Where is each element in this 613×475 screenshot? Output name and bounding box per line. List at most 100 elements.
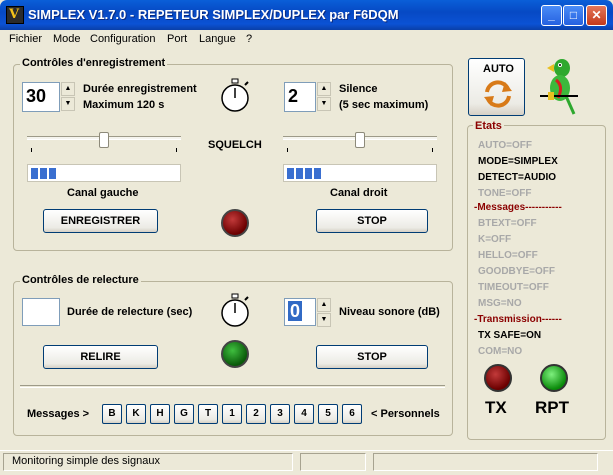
left-squelch-thumb[interactable]: [99, 132, 109, 148]
close-button[interactable]: ✕: [586, 5, 607, 26]
state-k: K=OFF: [478, 234, 512, 245]
state-goodbye: GOODBYE=OFF: [478, 266, 555, 277]
tx-label: TX: [485, 398, 507, 417]
volume-input[interactable]: 0: [284, 298, 316, 326]
divider: [20, 385, 445, 388]
playback-duration-input[interactable]: [22, 298, 60, 326]
right-channel-label: Canal droit: [330, 187, 388, 199]
state-btext: BTEXT=OFF: [478, 218, 537, 229]
left-squelch-ticks: [31, 148, 177, 152]
silence-down-button[interactable]: ▼: [317, 97, 331, 111]
meter-block: [40, 168, 47, 179]
meter-block: [305, 168, 312, 179]
message-button-b[interactable]: B: [102, 404, 122, 424]
playback-stop-button[interactable]: STOP: [316, 345, 428, 369]
status-panel-2: [300, 453, 366, 471]
right-squelch-ticks: [287, 148, 433, 152]
playback-duration-label: Durée de relecture (sec): [67, 306, 193, 318]
parrot-logo: [540, 59, 578, 115]
minimize-button[interactable]: _: [541, 5, 562, 26]
window-title: SIMPLEX V1.7.0 - REPETEUR SIMPLEX/DUPLEX…: [28, 7, 399, 22]
silence-label: Silence: [339, 83, 378, 95]
state-com: COM=NO: [478, 346, 523, 357]
left-channel-label: Canal gauche: [67, 187, 139, 199]
state-tone: TONE=OFF: [478, 188, 532, 199]
state-hello: HELLO=OFF: [478, 250, 538, 261]
state-tx-safe: TX SAFE=ON: [478, 330, 542, 341]
meter-block: [49, 168, 56, 179]
rpt-led-icon: [540, 364, 568, 392]
message-button-h[interactable]: H: [150, 404, 170, 424]
message-button-1[interactable]: 1: [222, 404, 242, 424]
status-bar: Monitoring simple des signaux: [0, 450, 613, 475]
left-squelch-slider[interactable]: [27, 132, 181, 152]
menu-configuration[interactable]: Configuration: [90, 33, 155, 45]
message-button-k[interactable]: K: [126, 404, 146, 424]
playback-led-icon: [221, 340, 249, 368]
menu-bar: Fichier Mode Configuration Port Langue ?: [0, 30, 613, 50]
record-button[interactable]: ENREGISTRER: [43, 209, 158, 233]
silence-input[interactable]: 2: [284, 82, 316, 112]
personal-messages-label: < Personnels: [371, 408, 440, 420]
state-timeout: TIMEOUT=OFF: [478, 282, 549, 293]
record-led-icon: [221, 209, 249, 237]
volume-down-button[interactable]: ▼: [317, 313, 331, 327]
left-level-meter: [27, 164, 181, 182]
menu-langue[interactable]: Langue: [199, 33, 236, 45]
auto-button-label: AUTO: [483, 63, 514, 75]
record-stop-button[interactable]: STOP: [316, 209, 428, 233]
playback-group-title: Contrôles de relecture: [20, 274, 141, 286]
volume-value: 0: [288, 301, 303, 321]
record-duration-input[interactable]: 30: [22, 82, 60, 112]
message-button-g[interactable]: G: [174, 404, 194, 424]
record-duration-label: Durée enregistrement: [83, 83, 197, 95]
record-duration-down-button[interactable]: ▼: [61, 97, 75, 111]
state-auto: AUTO=OFF: [478, 140, 532, 151]
messages-label: Messages >: [27, 408, 90, 420]
state-detect: DETECT=AUDIO: [478, 172, 557, 183]
squelch-label: SQUELCH: [208, 139, 262, 151]
message-button-4[interactable]: 4: [294, 404, 314, 424]
state-mode: MODE=SIMPLEX: [478, 156, 558, 167]
tx-led-icon: [484, 364, 512, 392]
menu-mode[interactable]: Mode: [53, 33, 81, 45]
meter-block: [31, 168, 38, 179]
state-msg: MSG=NO: [478, 298, 522, 309]
volume-label: Niveau sonore (dB): [339, 306, 440, 318]
menu-fichier[interactable]: Fichier: [9, 33, 42, 45]
volume-up-button[interactable]: ▲: [317, 298, 331, 312]
message-button-6[interactable]: 6: [342, 404, 362, 424]
silence-max-label: (5 sec maximum): [339, 99, 429, 111]
app-icon-glyph: V: [9, 7, 20, 22]
message-button-2[interactable]: 2: [246, 404, 266, 424]
message-button-3[interactable]: 3: [270, 404, 290, 424]
status-panel-3: [373, 453, 598, 471]
title-bar: V SIMPLEX V1.7.0 - REPETEUR SIMPLEX/DUPL…: [0, 0, 613, 30]
rpt-label: RPT: [535, 398, 569, 417]
menu-help[interactable]: ?: [246, 33, 252, 45]
message-button-t[interactable]: T: [198, 404, 218, 424]
maximize-button[interactable]: □: [563, 5, 584, 26]
meter-block: [296, 168, 303, 179]
app-icon[interactable]: V: [6, 6, 24, 24]
states-title: Etats: [473, 120, 504, 132]
playback-stopwatch-icon: [221, 293, 249, 327]
meter-block: [287, 168, 294, 179]
refresh-icon: [484, 80, 512, 108]
stopwatch-icon: [221, 78, 249, 112]
state-section-transmission: -Transmission------: [474, 314, 562, 325]
record-duration-up-button[interactable]: ▲: [61, 82, 75, 96]
message-button-5[interactable]: 5: [318, 404, 338, 424]
right-squelch-thumb[interactable]: [355, 132, 365, 148]
meter-block: [314, 168, 321, 179]
right-squelch-slider[interactable]: [283, 132, 437, 152]
right-level-meter: [283, 164, 437, 182]
auto-button[interactable]: AUTO: [468, 58, 525, 116]
recording-group-title: Contrôles d'enregistrement: [20, 57, 168, 69]
status-text: Monitoring simple des signaux: [3, 453, 293, 471]
replay-button[interactable]: RELIRE: [43, 345, 158, 369]
menu-port[interactable]: Port: [167, 33, 187, 45]
silence-up-button[interactable]: ▲: [317, 82, 331, 96]
state-section-messages: -Messages-----------: [474, 202, 562, 213]
record-duration-max-label: Maximum 120 s: [83, 99, 165, 111]
